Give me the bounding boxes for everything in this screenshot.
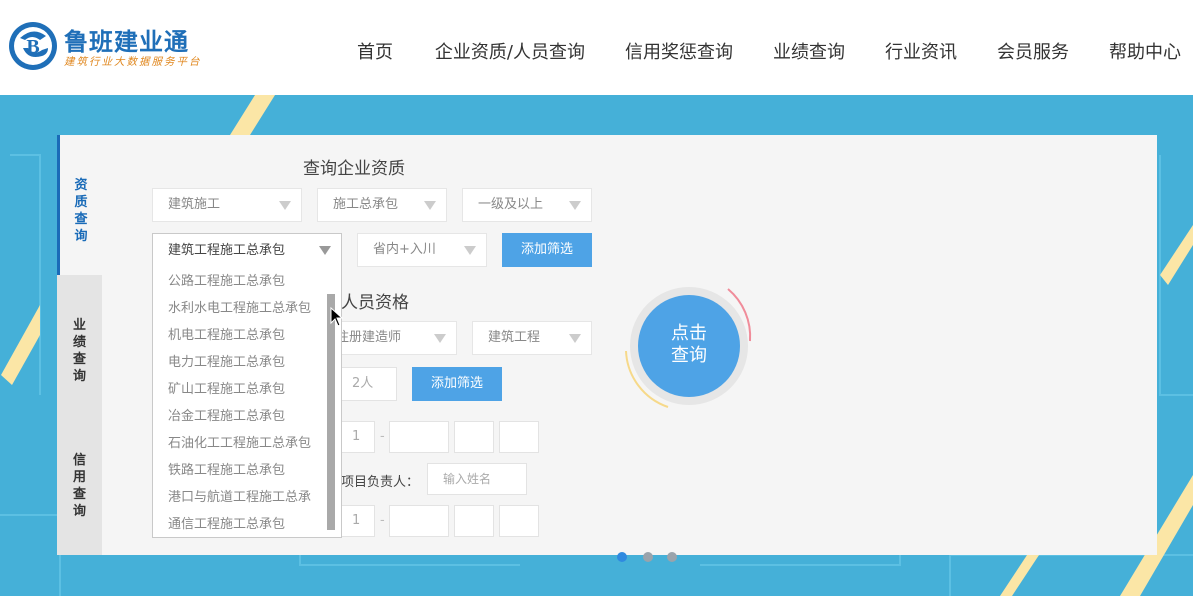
manager-label: 项目负责人： xyxy=(341,475,420,490)
dropdown-option[interactable]: 铁路工程施工总承包 xyxy=(168,459,326,478)
logo-name: 鲁班建业通 xyxy=(64,28,189,56)
range-b-extra-input[interactable] xyxy=(499,505,539,537)
add-personnel-filter-button[interactable]: 添加筛选 xyxy=(412,367,502,401)
tab-qualification-query[interactable]: 资质查询 xyxy=(57,135,102,275)
dropdown-option[interactable]: 水利水电工程施工总承包 xyxy=(168,297,326,316)
svg-text:B: B xyxy=(26,36,39,58)
chevron-down-icon xyxy=(424,201,436,210)
nav-help-center[interactable]: 帮助中心 xyxy=(1109,38,1181,64)
dropdown-option[interactable]: 冶金工程施工总承包 xyxy=(168,405,326,424)
dropdown-option[interactable]: 石油化工工程施工总承包 xyxy=(168,432,326,451)
cert-select-value: 注册建造师 xyxy=(336,330,402,345)
header: B 鲁班建业通 建筑行业大数据服务平台 首页 企业资质/人员查询 信用奖惩查询 … xyxy=(0,0,1193,95)
dropdown-option[interactable]: 公路工程施工总承包 xyxy=(168,270,326,289)
major-select[interactable]: 建筑工程 xyxy=(472,321,592,355)
logo-mark-icon: B xyxy=(9,22,57,70)
nav-home[interactable]: 首页 xyxy=(357,38,393,64)
dropdown-selected[interactable]: 建筑工程施工总承包 xyxy=(153,234,341,268)
chevron-down-icon xyxy=(434,334,446,343)
dropdown-option[interactable]: 矿山工程施工总承包 xyxy=(168,378,326,397)
count-input[interactable]: 2人 xyxy=(341,367,397,401)
level-select[interactable]: 一级及以上 xyxy=(462,188,592,222)
personnel-title: 人员资格 xyxy=(341,293,409,313)
logo-tagline: 建筑行业大数据服务平台 xyxy=(64,56,202,68)
dropdown-option[interactable]: 机电工程施工总承包 xyxy=(168,324,326,343)
dropdown-option[interactable]: 港口与航道工程施工总承 xyxy=(168,486,326,505)
level-select-value: 一级及以上 xyxy=(478,197,544,212)
range-a-end-input[interactable] xyxy=(454,421,494,453)
category-select-value: 建筑施工 xyxy=(168,197,221,212)
search-button-line1: 点击 xyxy=(671,323,707,344)
add-qualification-filter-button[interactable]: 添加筛选 xyxy=(502,233,592,267)
chevron-down-icon xyxy=(569,334,581,343)
tab-credit-query[interactable]: 信用查询 xyxy=(57,410,102,555)
category-select[interactable]: 建筑施工 xyxy=(152,188,302,222)
major-select-value: 建筑工程 xyxy=(488,330,541,345)
chevron-down-icon xyxy=(279,201,291,210)
region-select-value: 省内+入川 xyxy=(373,242,436,257)
tab-label: 信用查询 xyxy=(72,453,86,519)
search-button-line2: 查询 xyxy=(671,345,707,366)
search-button[interactable]: 点击 查询 xyxy=(638,295,740,397)
side-tabs: 资质查询 业绩查询 信用查询 xyxy=(57,135,102,555)
chevron-down-icon xyxy=(319,246,331,255)
dropdown-option[interactable]: 电力工程施工总承包 xyxy=(168,351,326,370)
dropdown-selected-value: 建筑工程施工总承包 xyxy=(168,243,286,258)
logo[interactable]: B 鲁班建业通 建筑行业大数据服务平台 xyxy=(8,20,248,75)
tab-performance-query[interactable]: 业绩查询 xyxy=(57,275,102,410)
region-select[interactable]: 省内+入川 xyxy=(357,233,487,267)
dropdown-scrollbar[interactable] xyxy=(327,294,335,530)
tab-label: 业绩查询 xyxy=(72,318,86,384)
range-b-end-input[interactable] xyxy=(454,505,494,537)
range-a-mid-input[interactable] xyxy=(389,421,449,453)
dropdown-option[interactable]: 通信工程施工总承包 xyxy=(168,513,326,532)
range-b-start-input[interactable]: 1 xyxy=(341,505,375,537)
manager-name-input[interactable]: 输入姓名 xyxy=(427,463,527,495)
nav-credit-query[interactable]: 信用奖惩查询 xyxy=(625,38,733,64)
tab-label: 资质查询 xyxy=(74,178,88,244)
nav-member-service[interactable]: 会员服务 xyxy=(997,38,1069,64)
range-separator: - xyxy=(380,429,385,444)
range-b-mid-input[interactable] xyxy=(389,505,449,537)
chevron-down-icon xyxy=(464,246,476,255)
carousel-dot-2[interactable] xyxy=(643,552,653,562)
qualification-dropdown[interactable]: 建筑工程施工总承包 公路工程施工总承包 水利水电工程施工总承包 机电工程施工总承… xyxy=(152,233,342,538)
range-a-start-input[interactable]: 1 xyxy=(341,421,375,453)
type-select[interactable]: 施工总承包 xyxy=(317,188,447,222)
range-separator: - xyxy=(380,513,385,528)
carousel-dot-1[interactable] xyxy=(617,552,627,562)
mouse-cursor-icon xyxy=(330,307,344,327)
type-select-value: 施工总承包 xyxy=(333,197,399,212)
qualification-title: 查询企业资质 xyxy=(303,159,405,179)
nav-performance-query[interactable]: 业绩查询 xyxy=(773,38,845,64)
carousel-dot-3[interactable] xyxy=(667,552,677,562)
chevron-down-icon xyxy=(569,201,581,210)
range-a-extra-input[interactable] xyxy=(499,421,539,453)
nav-qualification-query[interactable]: 企业资质/人员查询 xyxy=(435,38,585,64)
nav-industry-news[interactable]: 行业资讯 xyxy=(885,38,957,64)
